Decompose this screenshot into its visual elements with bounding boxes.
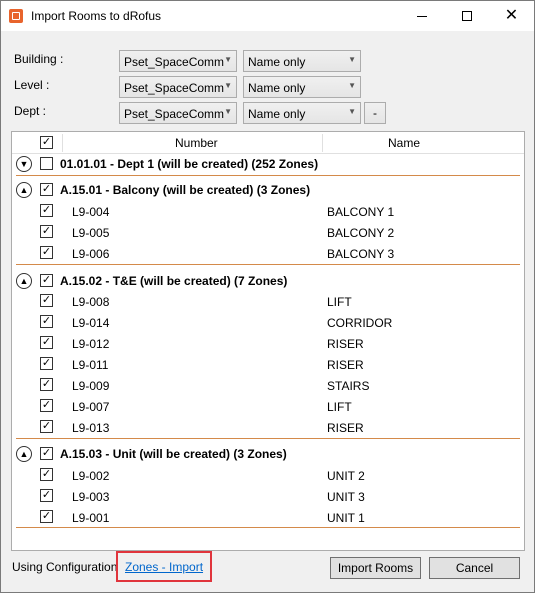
row-name: RISER [327, 337, 364, 351]
group-checkbox[interactable]: ✓ [40, 274, 53, 287]
row-number: L9-006 [72, 247, 110, 261]
level-mode-select[interactable]: Name only ▼ [243, 76, 361, 98]
row-name: STAIRS [327, 379, 370, 393]
building-label: Building : [14, 52, 64, 66]
group-divider [16, 175, 520, 176]
group-header: A.15.01 - Balcony (will be created) (3 Z… [60, 183, 311, 197]
column-divider [322, 134, 323, 152]
row-checkbox[interactable]: ✓ [40, 294, 53, 307]
row-name: LIFT [327, 295, 352, 309]
row-name: UNIT 2 [327, 469, 365, 483]
row-checkbox[interactable]: ✓ [40, 315, 53, 328]
row-number: L9-009 [72, 379, 110, 393]
row-name: BALCONY 1 [327, 205, 395, 219]
row-number: L9-011 [72, 358, 109, 372]
building-property-select[interactable]: Pset_SpaceComm ▼ [119, 50, 237, 72]
row-checkbox[interactable]: ✓ [40, 468, 53, 481]
group-checkbox[interactable]: ✓ [40, 183, 53, 196]
highlight-box [116, 551, 212, 582]
close-icon: ✕ [504, 7, 519, 24]
config-label: Using Configuration [12, 560, 118, 574]
group-divider [16, 527, 520, 528]
row-checkbox[interactable]: ✓ [40, 399, 53, 412]
group-checkbox[interactable]: ✓ [40, 447, 53, 460]
row-checkbox[interactable]: ✓ [40, 357, 53, 370]
minimize-icon [416, 15, 427, 17]
level-label: Level : [14, 78, 50, 92]
remove-dept-button[interactable]: - [364, 102, 386, 124]
row-number: L9-012 [72, 337, 110, 351]
row-name: UNIT 1 [327, 511, 365, 525]
group-header: 01.01.01 - Dept 1 (will be created) (252… [60, 157, 319, 171]
chevron-down-icon: ▼ [348, 107, 356, 116]
row-name: CORRIDOR [327, 316, 393, 330]
column-header-number[interactable]: Number [175, 136, 218, 150]
group-header: A.15.02 - T&E (will be created) (7 Zones… [60, 274, 288, 288]
chevron-down-icon: ▼ [224, 81, 232, 90]
group-header: A.15.03 - Unit (will be created) (3 Zone… [60, 447, 287, 461]
row-number: L9-007 [72, 400, 110, 414]
row-name: RISER [327, 421, 364, 435]
group-checkbox[interactable] [40, 157, 53, 170]
building-mode-select[interactable]: Name only ▼ [243, 50, 361, 72]
app-icon [9, 9, 23, 23]
row-number: L9-002 [72, 469, 110, 483]
expand-icon[interactable]: ▼ [16, 156, 32, 172]
chevron-down-icon: ▼ [224, 55, 232, 64]
zones-tree-list[interactable]: ✓ Number Name ▼ 01.01.01 - Dept 1 (will … [11, 131, 525, 551]
maximize-button[interactable] [444, 1, 489, 31]
row-checkbox[interactable]: ✓ [40, 246, 53, 259]
column-header-name[interactable]: Name [388, 136, 420, 150]
list-header: ✓ Number Name [12, 132, 524, 154]
row-checkbox[interactable]: ✓ [40, 510, 53, 523]
window-title: Import Rooms to dRofus [31, 9, 162, 23]
select-all-checkbox[interactable]: ✓ [40, 136, 53, 149]
collapse-icon[interactable]: ▲ [16, 182, 32, 198]
collapse-icon[interactable]: ▲ [16, 273, 32, 289]
dept-label: Dept : [14, 104, 47, 118]
dept-property-select[interactable]: Pset_SpaceComm ▼ [119, 102, 237, 124]
row-name: LIFT [327, 400, 352, 414]
level-property-select[interactable]: Pset_SpaceComm ▼ [119, 76, 237, 98]
import-rooms-button[interactable]: Import Rooms [330, 557, 421, 579]
dept-mode-select[interactable]: Name only ▼ [243, 102, 361, 124]
maximize-icon [461, 11, 472, 21]
column-divider [62, 134, 63, 152]
chevron-down-icon: ▼ [348, 81, 356, 90]
title-bar: Import Rooms to dRofus ✕ [1, 1, 534, 31]
cancel-button[interactable]: Cancel [429, 557, 520, 579]
row-name: UNIT 3 [327, 490, 365, 504]
import-rooms-window: Import Rooms to dRofus ✕ Building : Pset… [0, 0, 535, 593]
row-number: L9-003 [72, 490, 110, 504]
row-number: L9-005 [72, 226, 110, 240]
chevron-down-icon: ▼ [348, 55, 356, 64]
row-number: L9-013 [72, 421, 110, 435]
close-button[interactable]: ✕ [489, 1, 534, 31]
collapse-icon[interactable]: ▲ [16, 446, 32, 462]
row-number: L9-001 [72, 511, 110, 525]
row-checkbox[interactable]: ✓ [40, 225, 53, 238]
row-name: BALCONY 2 [327, 226, 395, 240]
row-name: BALCONY 3 [327, 247, 395, 261]
row-checkbox[interactable]: ✓ [40, 336, 53, 349]
row-number: L9-014 [72, 316, 110, 330]
row-number: L9-004 [72, 205, 110, 219]
chevron-down-icon: ▼ [224, 107, 232, 116]
row-number: L9-008 [72, 295, 110, 309]
row-checkbox[interactable]: ✓ [40, 420, 53, 433]
row-checkbox[interactable]: ✓ [40, 204, 53, 217]
group-divider [16, 264, 520, 265]
minimize-button[interactable] [399, 1, 444, 31]
row-checkbox[interactable]: ✓ [40, 378, 53, 391]
row-checkbox[interactable]: ✓ [40, 489, 53, 502]
group-divider [16, 438, 520, 439]
row-name: RISER [327, 358, 364, 372]
